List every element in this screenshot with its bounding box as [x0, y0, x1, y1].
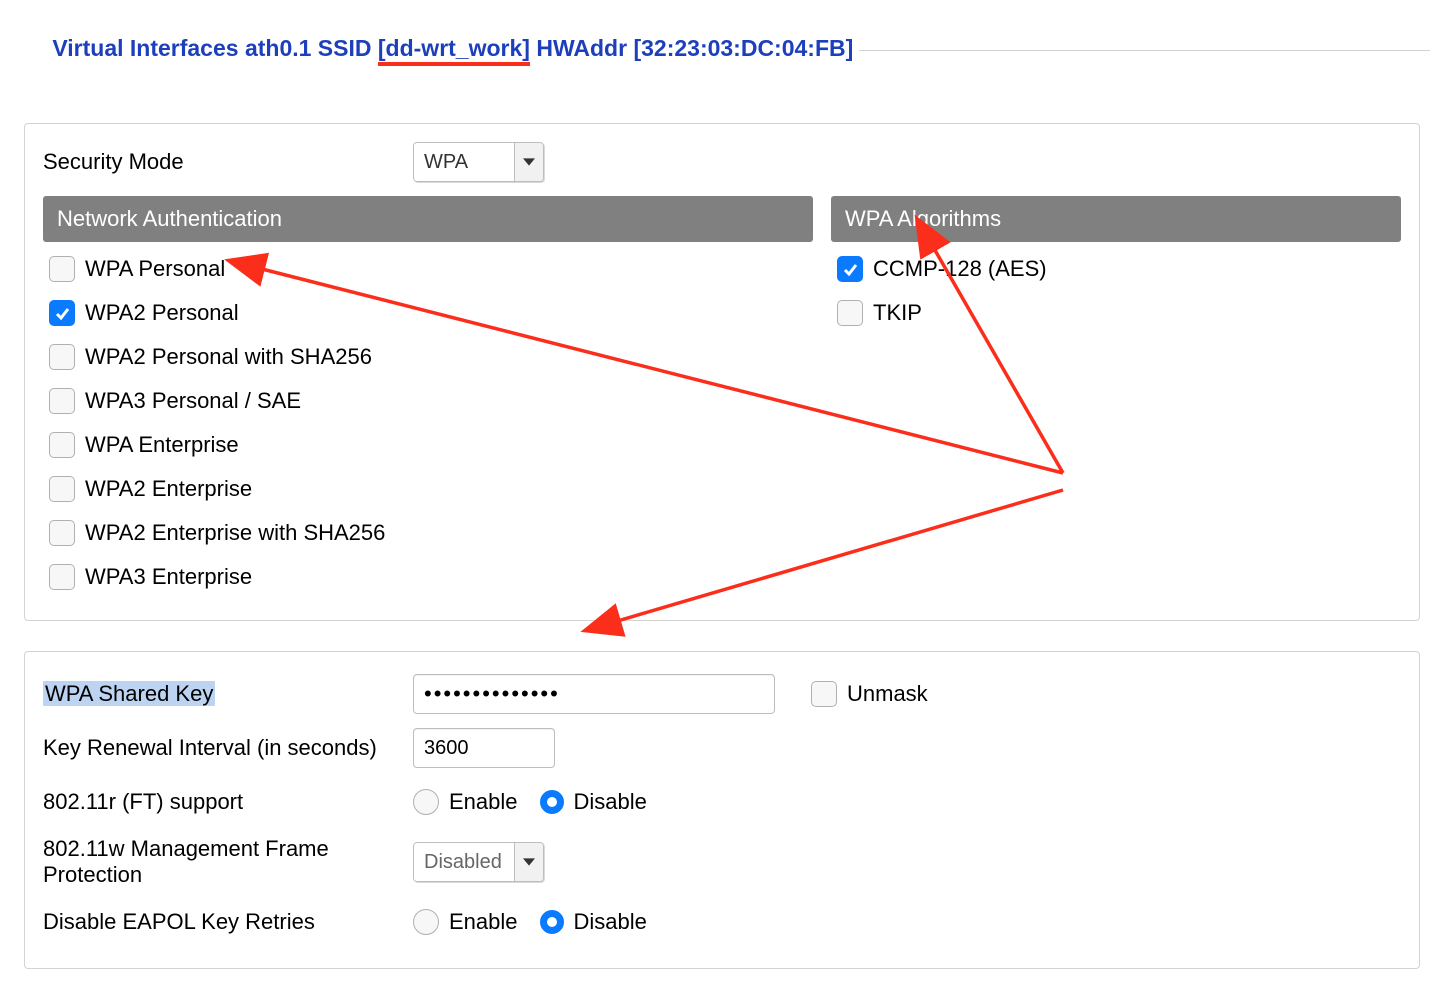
key-renewal-input[interactable] [413, 728, 555, 768]
auth-option-row: WPA3 Personal / SAE [49, 388, 813, 414]
security-mode-select[interactable]: WPA [413, 142, 544, 182]
eapol-enable-label: Enable [449, 909, 518, 935]
auth-option-label: WPA2 Enterprise [85, 476, 252, 502]
eapol-label: Disable EAPOL Key Retries [43, 909, 413, 935]
auth-option-checkbox[interactable] [49, 564, 75, 590]
dropdown-arrow-icon [514, 143, 543, 181]
auth-option-checkbox[interactable] [49, 256, 75, 282]
auth-option-label: WPA2 Enterprise with SHA256 [85, 520, 385, 546]
auth-option-checkbox[interactable] [49, 432, 75, 458]
wpa-algorithms-header: WPA Algorithms [831, 196, 1401, 242]
algo-option-label: CCMP-128 (AES) [873, 256, 1047, 282]
security-mode-label: Security Mode [43, 149, 413, 175]
auth-option-label: WPA2 Personal [85, 300, 239, 326]
auth-option-label: WPA Enterprise [85, 432, 239, 458]
ft-enable-label: Enable [449, 789, 518, 815]
auth-option-label: WPA3 Personal / SAE [85, 388, 301, 414]
wpa-algorithms-column: WPA Algorithms CCMP-128 (AES) TKIP [831, 196, 1401, 608]
auth-option-row: WPA2 Personal [49, 300, 813, 326]
algo-option-row: TKIP [837, 300, 1401, 326]
auth-option-checkbox[interactable] [49, 388, 75, 414]
mfp-select[interactable]: Disabled [413, 842, 544, 882]
auth-option-label: WPA2 Personal with SHA256 [85, 344, 372, 370]
mfp-value: Disabled [414, 843, 514, 881]
auth-option-label: WPA Personal [85, 256, 225, 282]
security-mode-group: Security Mode WPA Network Authentication… [24, 123, 1420, 621]
legend-hwaddr: [32:23:03:DC:04:FB] [633, 35, 853, 61]
wpa-key-group: WPA Shared Key Unmask Key Renewal Interv… [24, 651, 1420, 969]
ft-disable-label: Disable [574, 789, 647, 815]
unmask-label: Unmask [847, 681, 928, 707]
auth-option-row: WPA Personal [49, 256, 813, 282]
ft-enable-radio[interactable] [413, 789, 439, 815]
eapol-disable-label: Disable [574, 909, 647, 935]
auth-option-row: WPA Enterprise [49, 432, 813, 458]
algo-option-row: CCMP-128 (AES) [837, 256, 1401, 282]
legend-ssid: [dd-wrt_work] [378, 37, 530, 66]
ft-disable-radio[interactable] [540, 790, 564, 814]
auth-option-row: WPA2 Enterprise [49, 476, 813, 502]
wpa-shared-key-input[interactable] [413, 674, 775, 714]
auth-option-label: WPA3 Enterprise [85, 564, 252, 590]
network-auth-header: Network Authentication [43, 196, 813, 242]
security-mode-value: WPA [414, 143, 514, 181]
network-auth-column: Network Authentication WPA Personal WPA2 … [43, 196, 813, 608]
legend-prefix: Virtual Interfaces ath0.1 SSID [52, 35, 378, 61]
eapol-enable-radio[interactable] [413, 909, 439, 935]
auth-option-row: WPA3 Enterprise [49, 564, 813, 590]
algo-option-checkbox[interactable] [837, 256, 863, 282]
virtual-interface-section: Virtual Interfaces ath0.1 SSID [dd-wrt_w… [14, 8, 1430, 979]
auth-option-checkbox[interactable] [49, 520, 75, 546]
unmask-checkbox[interactable] [811, 681, 837, 707]
section-legend: Virtual Interfaces ath0.1 SSID [dd-wrt_w… [14, 8, 859, 93]
auth-option-row: WPA2 Enterprise with SHA256 [49, 520, 813, 546]
legend-middle: HWAddr [530, 35, 634, 61]
auth-option-checkbox[interactable] [49, 300, 75, 326]
algo-option-checkbox[interactable] [837, 300, 863, 326]
wpa-shared-key-label: WPA Shared Key [43, 681, 413, 707]
ft-support-label: 802.11r (FT) support [43, 789, 413, 815]
key-renewal-label: Key Renewal Interval (in seconds) [43, 735, 413, 761]
mfp-label: 802.11w Management Frame Protection [43, 836, 413, 888]
eapol-disable-radio[interactable] [540, 910, 564, 934]
auth-option-checkbox[interactable] [49, 476, 75, 502]
dropdown-arrow-icon [514, 843, 543, 881]
auth-option-row: WPA2 Personal with SHA256 [49, 344, 813, 370]
algo-option-label: TKIP [873, 300, 922, 326]
auth-option-checkbox[interactable] [49, 344, 75, 370]
